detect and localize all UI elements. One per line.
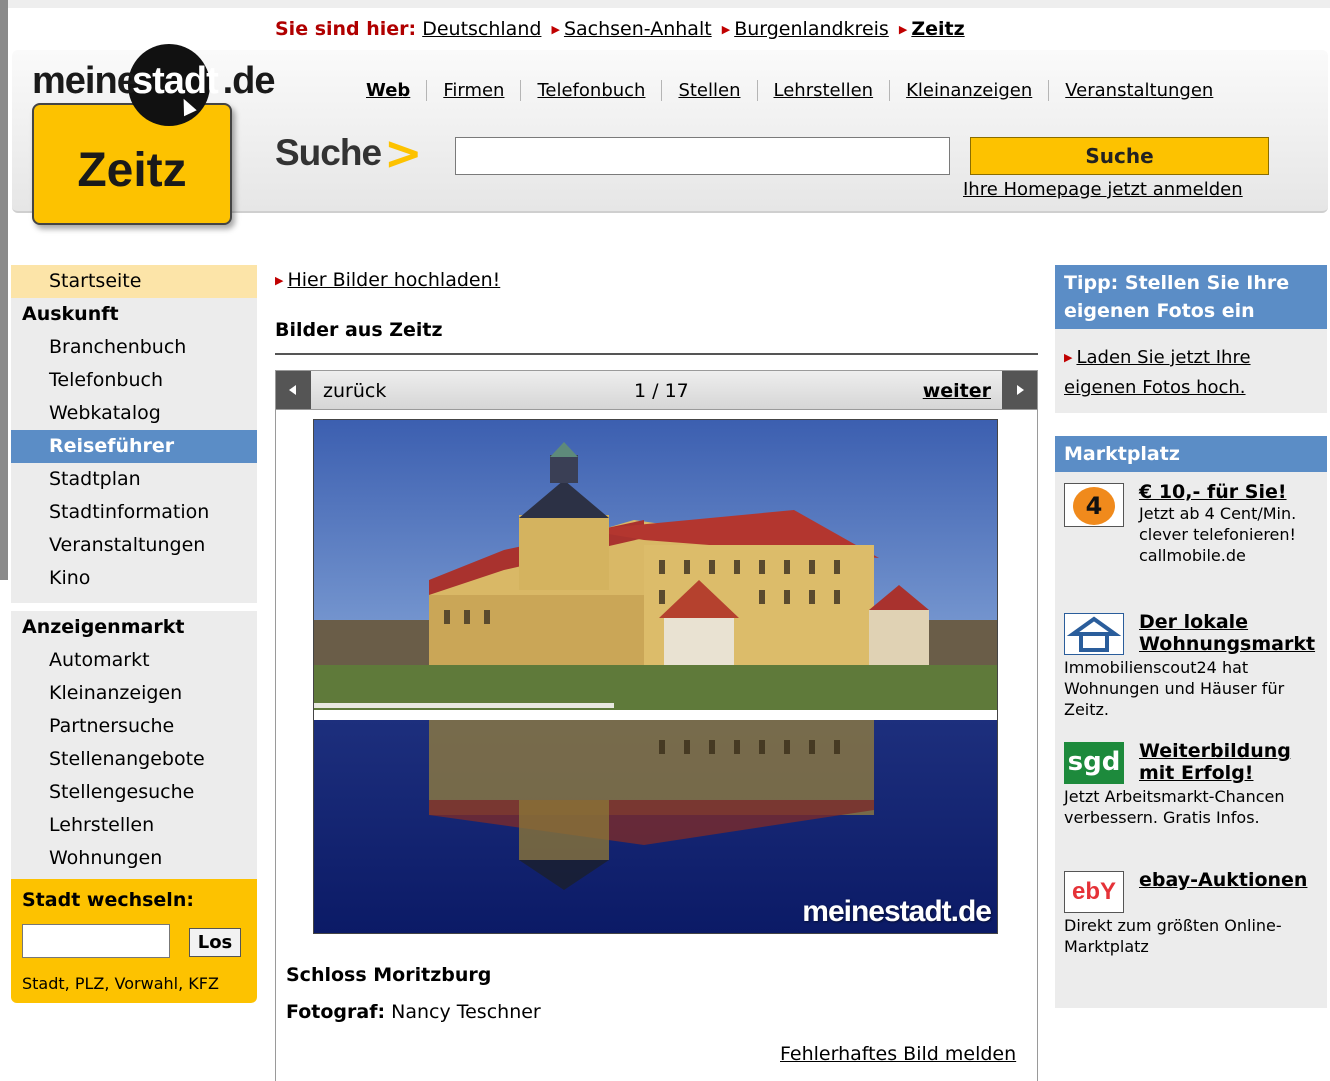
- window-left-edge: [0, 0, 8, 580]
- top-nav-veranstaltungen[interactable]: Veranstaltungen: [1048, 80, 1229, 101]
- upload-own-photos-link[interactable]: Laden Sie jetzt Ihre eigenen Fotos hoch.: [1064, 347, 1251, 398]
- breadcrumb-arrow-icon: ▶: [898, 23, 908, 36]
- ad-sgd[interactable]: sgd Weiterbildung mit Erfolg! Jetzt Arbe…: [1064, 740, 1326, 828]
- sidebar-item-stadtinformation[interactable]: Stadtinformation: [11, 496, 257, 529]
- sidebar-item-startseite[interactable]: Startseite: [11, 265, 257, 298]
- callmobile-4-badge: 4: [1073, 487, 1115, 525]
- sidebar-item-lehrstellen[interactable]: Lehrstellen: [11, 809, 257, 842]
- breadcrumb-sachsen-anhalt[interactable]: Sachsen-Anhalt: [564, 18, 712, 40]
- left-nav: Startseite Auskunft Branchenbuch Telefon…: [11, 265, 257, 885]
- sidebar-item-webkatalog[interactable]: Webkatalog: [11, 397, 257, 430]
- ad-title[interactable]: Weiterbildung mit Erfolg!: [1139, 740, 1329, 784]
- breadcrumb-label: Sie sind hier:: [275, 18, 417, 40]
- breadcrumb-burgenlandkreis[interactable]: Burgenlandkreis: [734, 18, 889, 40]
- marketplace-title: Marktplatz: [1055, 436, 1327, 472]
- photographer-label: Fotograf:: [286, 1001, 386, 1023]
- breadcrumb-arrow-icon: ▶: [551, 23, 560, 36]
- nav-heading-auskunft: Auskunft: [11, 298, 257, 331]
- breadcrumb: Sie sind hier: Deutschland ▶ Sachsen-Anha…: [275, 18, 965, 40]
- homepage-register-link[interactable]: Ihre Homepage jetzt anmelden: [963, 179, 1243, 200]
- report-image-link[interactable]: Fehlerhaftes Bild melden: [780, 1043, 1016, 1065]
- window-top-edge: [0, 0, 1330, 8]
- callmobile-4-icon: 4: [1064, 483, 1124, 527]
- sidebar-item-telefonbuch[interactable]: Telefonbuch: [11, 364, 257, 397]
- ad-title[interactable]: € 10,- für Sie!: [1139, 481, 1287, 503]
- section-divider: [275, 353, 1038, 355]
- city-switch-input[interactable]: [22, 924, 170, 958]
- ad-ebay[interactable]: ebY ebay-Auktionen Direkt zum größten On…: [1064, 869, 1326, 957]
- top-nav-kleinanzeigen[interactable]: Kleinanzeigen: [889, 80, 1048, 101]
- gallery-navigation-bar: zurück 1 / 17 weiter: [275, 370, 1038, 410]
- top-nav-lehrstellen[interactable]: Lehrstellen: [756, 80, 890, 101]
- nav-heading-anzeigenmarkt: Anzeigenmarkt: [11, 611, 257, 644]
- nav-section-auskunft: Auskunft Branchenbuch Telefonbuch Webkat…: [11, 298, 257, 603]
- top-nav-web[interactable]: Web: [350, 80, 426, 101]
- tip-title: Tipp: Stellen Sie Ihre eigenen Fotos ein: [1055, 265, 1327, 329]
- house-icon: [1064, 613, 1124, 655]
- arrow-right-icon: [1017, 385, 1024, 395]
- image-counter: 1 / 17: [634, 380, 689, 402]
- breadcrumb-deutschland[interactable]: Deutschland: [422, 18, 541, 40]
- sidebar-item-stellenangebote[interactable]: Stellenangebote: [11, 743, 257, 776]
- city-switch-go-button[interactable]: Los: [189, 928, 241, 957]
- city-sign[interactable]: Zeitz: [32, 103, 232, 225]
- top-nav-firmen[interactable]: Firmen: [426, 80, 520, 101]
- ad-title[interactable]: ebay-Auktionen: [1139, 869, 1329, 891]
- prev-label[interactable]: zurück: [323, 380, 386, 402]
- top-nav: Web Firmen Telefonbuch Stellen Lehrstell…: [350, 80, 1229, 101]
- upload-images-link-row: ▶ Hier Bilder hochladen!: [275, 269, 500, 291]
- sidebar-item-branchenbuch[interactable]: Branchenbuch: [11, 331, 257, 364]
- city-switch-box: Stadt wechseln: Los Stadt, PLZ, Vorwahl,…: [11, 879, 257, 1003]
- sidebar-item-kleinanzeigen[interactable]: Kleinanzeigen: [11, 677, 257, 710]
- search-input[interactable]: [455, 137, 950, 175]
- search-label: Suche: [275, 132, 382, 173]
- next-link[interactable]: weiter: [923, 380, 991, 402]
- ebay-logo-icon: ebY: [1064, 871, 1124, 913]
- photo-watermark: meinestadt.de: [802, 895, 992, 928]
- search-button[interactable]: Suche: [970, 137, 1269, 175]
- house-icon-svg: [1066, 616, 1122, 652]
- sidebar-item-stadtplan[interactable]: Stadtplan: [11, 463, 257, 496]
- tip-text: ▶ Laden Sie jetzt Ihre eigenen Fotos hoch…: [1055, 329, 1327, 417]
- next-arrow-button[interactable]: [1002, 371, 1037, 409]
- sidebar-item-automarkt[interactable]: Automarkt: [11, 644, 257, 677]
- sidebar-item-veranstaltungen[interactable]: Veranstaltungen: [11, 529, 257, 562]
- ad-wohnungsmarkt[interactable]: Der lokale Wohnungsmarkt Immobilienscout…: [1064, 611, 1326, 720]
- logo-circle-text: stadt: [132, 60, 219, 102]
- upload-images-link[interactable]: Hier Bilder hochladen!: [287, 269, 500, 291]
- breadcrumb-current[interactable]: Zeitz: [911, 18, 964, 40]
- arrow-right-icon: ▶: [1064, 351, 1073, 364]
- gallery-photo[interactable]: meinestadt.de: [313, 419, 998, 934]
- sidebar-item-partnersuche[interactable]: Partnersuche: [11, 710, 257, 743]
- section-title: Bilder aus Zeitz: [275, 319, 443, 341]
- sidebar-item-reisefuehrer[interactable]: Reiseführer: [11, 430, 257, 463]
- logo-text-right: .de: [222, 60, 276, 102]
- marketplace-box: Marktplatz 4 € 10,- für Sie! Jetzt ab 4 …: [1055, 436, 1327, 1008]
- photographer-name: Nancy Teschner: [391, 1001, 541, 1023]
- sidebar-item-stellengesuche[interactable]: Stellengesuche: [11, 776, 257, 809]
- city-switch-hint: Stadt, PLZ, Vorwahl, KFZ: [22, 974, 219, 993]
- sidebar-item-kino[interactable]: Kino: [11, 562, 257, 595]
- prev-arrow-button[interactable]: [276, 371, 311, 409]
- nav-section-anzeigenmarkt: Anzeigenmarkt Automarkt Kleinanzeigen Pa…: [11, 611, 257, 885]
- sidebar-item-wohnungen[interactable]: Wohnungen: [11, 842, 257, 875]
- top-nav-telefonbuch[interactable]: Telefonbuch: [520, 80, 661, 101]
- photographer-line: Fotograf: Nancy Teschner: [286, 1001, 541, 1023]
- sgd-logo-icon: sgd: [1064, 742, 1124, 784]
- arrow-right-icon: ▶: [275, 274, 284, 287]
- city-switch-title: Stadt wechseln:: [22, 889, 194, 911]
- chevron-right-icon: >: [384, 126, 423, 180]
- castle-photo-image: [314, 420, 997, 933]
- ad-callmobile[interactable]: 4 € 10,- für Sie! Jetzt ab 4 Cent/Min. c…: [1064, 481, 1326, 566]
- top-nav-stellen[interactable]: Stellen: [661, 80, 756, 101]
- photo-title: Schloss Moritzburg: [286, 964, 492, 986]
- city-name: Zeitz: [77, 144, 187, 197]
- breadcrumb-arrow-icon: ▶: [721, 23, 731, 36]
- ad-text-content: Jetzt ab 4 Cent/Min. clever telefonieren…: [1139, 504, 1297, 565]
- ad-title[interactable]: Der lokale Wohnungsmarkt: [1139, 611, 1329, 655]
- logo-text-left: meine: [32, 60, 138, 102]
- nav-divider: [11, 603, 257, 611]
- tip-box: Tipp: Stellen Sie Ihre eigenen Fotos ein…: [1055, 265, 1327, 413]
- arrow-left-icon: [289, 385, 296, 395]
